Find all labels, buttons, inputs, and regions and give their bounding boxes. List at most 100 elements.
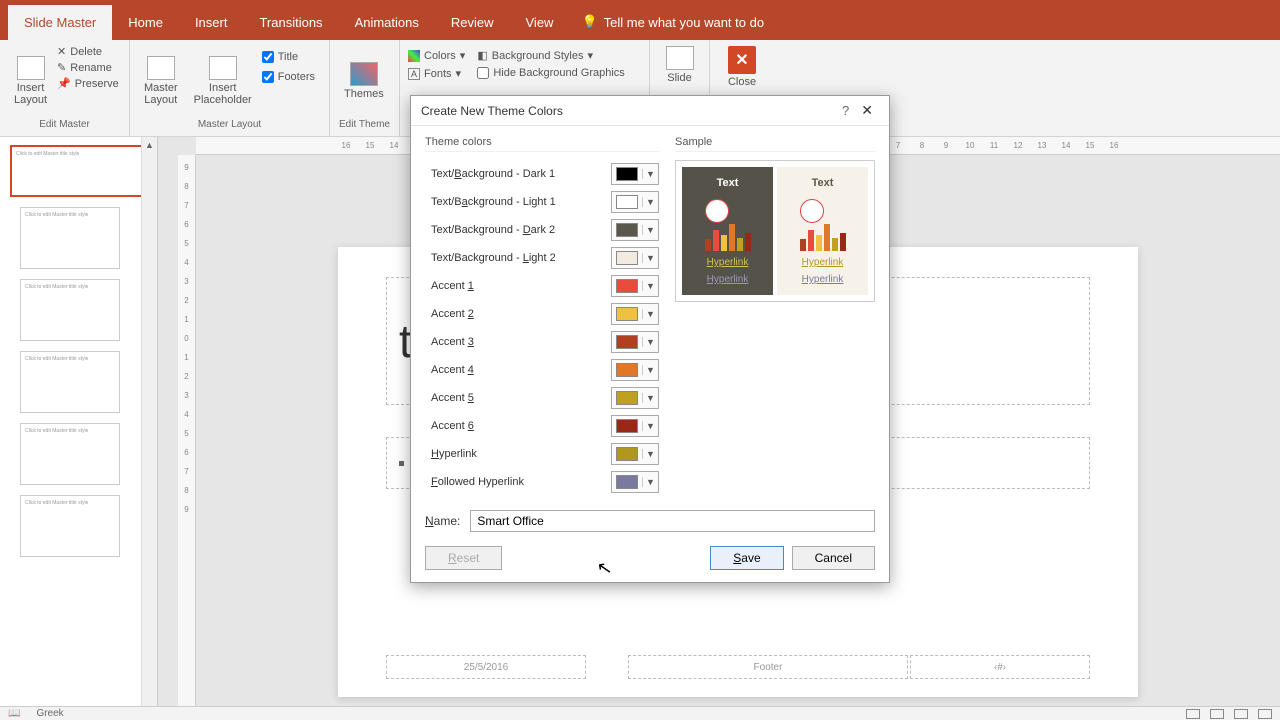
thumbnail-panel: Click to edit Master title style Click t…: [0, 137, 158, 706]
thumbnail-scrollbar[interactable]: ▲: [141, 137, 157, 706]
color-swatch-icon: [616, 251, 638, 265]
layout-thumbnail[interactable]: Click to edit Master title style: [20, 351, 120, 413]
layout-thumbnail[interactable]: Click to edit Master title style: [20, 279, 120, 341]
slide-size-button[interactable]: Slide: [658, 44, 701, 86]
tab-transitions[interactable]: Transitions: [243, 5, 338, 40]
delete-button[interactable]: ✕Delete: [57, 44, 119, 59]
tab-insert[interactable]: Insert: [179, 5, 244, 40]
placeholder-icon: [209, 56, 237, 80]
sample-hyperlink: Hyperlink: [707, 257, 749, 268]
color-swatch-icon: [616, 391, 638, 405]
color-label: Accent 4: [425, 364, 611, 376]
layout-thumbnail[interactable]: Click to edit Master title style: [20, 207, 120, 269]
master-layout-button[interactable]: Master Layout: [138, 44, 184, 117]
chevron-down-icon: ▼: [642, 225, 658, 235]
fonts-dropdown[interactable]: AFonts▾: [408, 66, 465, 81]
color-row: Text/Background - Light 2 ▼: [425, 244, 659, 272]
color-swatch-icon: [616, 363, 638, 377]
title-checkbox[interactable]: Title: [262, 50, 315, 64]
sample-followed: Hyperlink: [802, 274, 844, 285]
color-dropdown[interactable]: ▼: [611, 359, 659, 381]
save-button[interactable]: Save: [710, 546, 783, 570]
color-label: Text/Background - Dark 1: [425, 168, 611, 180]
chevron-down-icon: ▼: [642, 449, 658, 459]
color-dropdown[interactable]: ▼: [611, 219, 659, 241]
color-dropdown[interactable]: ▼: [611, 387, 659, 409]
tab-home[interactable]: Home: [112, 5, 179, 40]
hide-bg-checkbox[interactable]: Hide Background Graphics: [477, 66, 624, 80]
name-label: Name:: [425, 514, 460, 528]
dropdown-icon: ▾: [460, 49, 466, 62]
color-label: Text/Background - Dark 2: [425, 224, 611, 236]
tab-slide-master[interactable]: Slide Master: [8, 5, 112, 40]
dialog-title: Create New Theme Colors: [421, 104, 836, 118]
fonts-icon: A: [408, 68, 420, 80]
color-dropdown[interactable]: ▼: [611, 247, 659, 269]
color-dropdown[interactable]: ▼: [611, 303, 659, 325]
name-input[interactable]: [470, 510, 875, 532]
color-row: Accent 4 ▼: [425, 356, 659, 384]
sample-followed: Hyperlink: [707, 274, 749, 285]
color-dropdown[interactable]: ▼: [611, 275, 659, 297]
ruler-vertical: 9876543210123456789: [178, 155, 196, 706]
color-dropdown[interactable]: ▼: [611, 163, 659, 185]
reset-button[interactable]: Reset: [425, 546, 502, 570]
footers-checkbox[interactable]: Footers: [262, 70, 315, 84]
color-row: Accent 5▼: [425, 384, 659, 412]
cancel-button[interactable]: Cancel: [792, 546, 875, 570]
sample-light-panel: Text Hyperlink Hyperlink: [777, 167, 868, 295]
slide-size-icon: [666, 46, 694, 70]
normal-view-icon[interactable]: [1186, 709, 1200, 719]
tab-view[interactable]: View: [510, 5, 570, 40]
color-swatch-icon: [616, 167, 638, 181]
insert-placeholder-button[interactable]: Insert Placeholder: [188, 44, 258, 117]
scroll-up-icon[interactable]: ▲: [142, 137, 157, 153]
sorter-view-icon[interactable]: [1210, 709, 1224, 719]
color-label: Text/Background - Light 2: [425, 252, 611, 264]
themes-button[interactable]: Themes: [338, 44, 390, 117]
color-dropdown[interactable]: ▼: [611, 471, 659, 493]
close-button[interactable]: ✕: [855, 102, 879, 119]
footer-placeholder[interactable]: Footer: [628, 655, 908, 679]
layout-thumbnail[interactable]: Click to edit Master title style: [20, 495, 120, 557]
colors-dropdown[interactable]: Colors▾: [408, 48, 465, 63]
delete-icon: ✕: [57, 45, 66, 58]
color-dropdown[interactable]: ▼: [611, 443, 659, 465]
bg-styles-icon: ◧: [477, 49, 487, 62]
color-dropdown[interactable]: ▼: [611, 415, 659, 437]
language-indicator[interactable]: Greek: [36, 708, 63, 719]
bg-styles-dropdown[interactable]: ◧Background Styles▾: [477, 48, 624, 63]
dialog-titlebar: Create New Theme Colors ? ✕: [411, 96, 889, 126]
dropdown-icon: ▾: [456, 67, 462, 80]
color-swatch-icon: [616, 419, 638, 433]
rename-button[interactable]: ✎Rename: [57, 60, 119, 75]
chevron-down-icon: ▼: [642, 253, 658, 263]
color-label: Followed Hyperlink: [425, 476, 611, 488]
color-dropdown[interactable]: ▼: [611, 191, 659, 213]
reading-view-icon[interactable]: [1234, 709, 1248, 719]
layout-thumbnail[interactable]: Click to edit Master title style: [20, 423, 120, 485]
slideshow-view-icon[interactable]: [1258, 709, 1272, 719]
master-thumbnail[interactable]: Click to edit Master title style: [10, 145, 147, 197]
date-placeholder[interactable]: 25/5/2016: [386, 655, 586, 679]
close-master-button[interactable]: ✕ Close: [718, 44, 766, 90]
sample-heading: Sample: [675, 136, 875, 152]
insert-layout-button[interactable]: Insert Layout: [8, 44, 53, 117]
color-dropdown[interactable]: ▼: [611, 331, 659, 353]
help-button[interactable]: ?: [836, 103, 855, 118]
tab-animations[interactable]: Animations: [339, 5, 435, 40]
dialog-footer: Reset Save Cancel: [411, 540, 889, 582]
chevron-down-icon: ▼: [642, 365, 658, 375]
color-swatch-icon: [616, 335, 638, 349]
slide-number-placeholder[interactable]: ‹#›: [910, 655, 1090, 679]
sample-shape-icon: [713, 195, 743, 215]
color-swatch-icon: [616, 447, 638, 461]
chevron-down-icon: ▼: [642, 421, 658, 431]
spellcheck-icon[interactable]: 📖: [8, 708, 20, 719]
preserve-icon: 📌: [57, 77, 71, 90]
preserve-button[interactable]: 📌Preserve: [57, 76, 119, 91]
tell-me-label: Tell me what you want to do: [604, 15, 764, 30]
color-row: Text/Background - Light 1▼: [425, 188, 659, 216]
tell-me[interactable]: 💡 Tell me what you want to do: [569, 4, 776, 40]
tab-review[interactable]: Review: [435, 5, 510, 40]
